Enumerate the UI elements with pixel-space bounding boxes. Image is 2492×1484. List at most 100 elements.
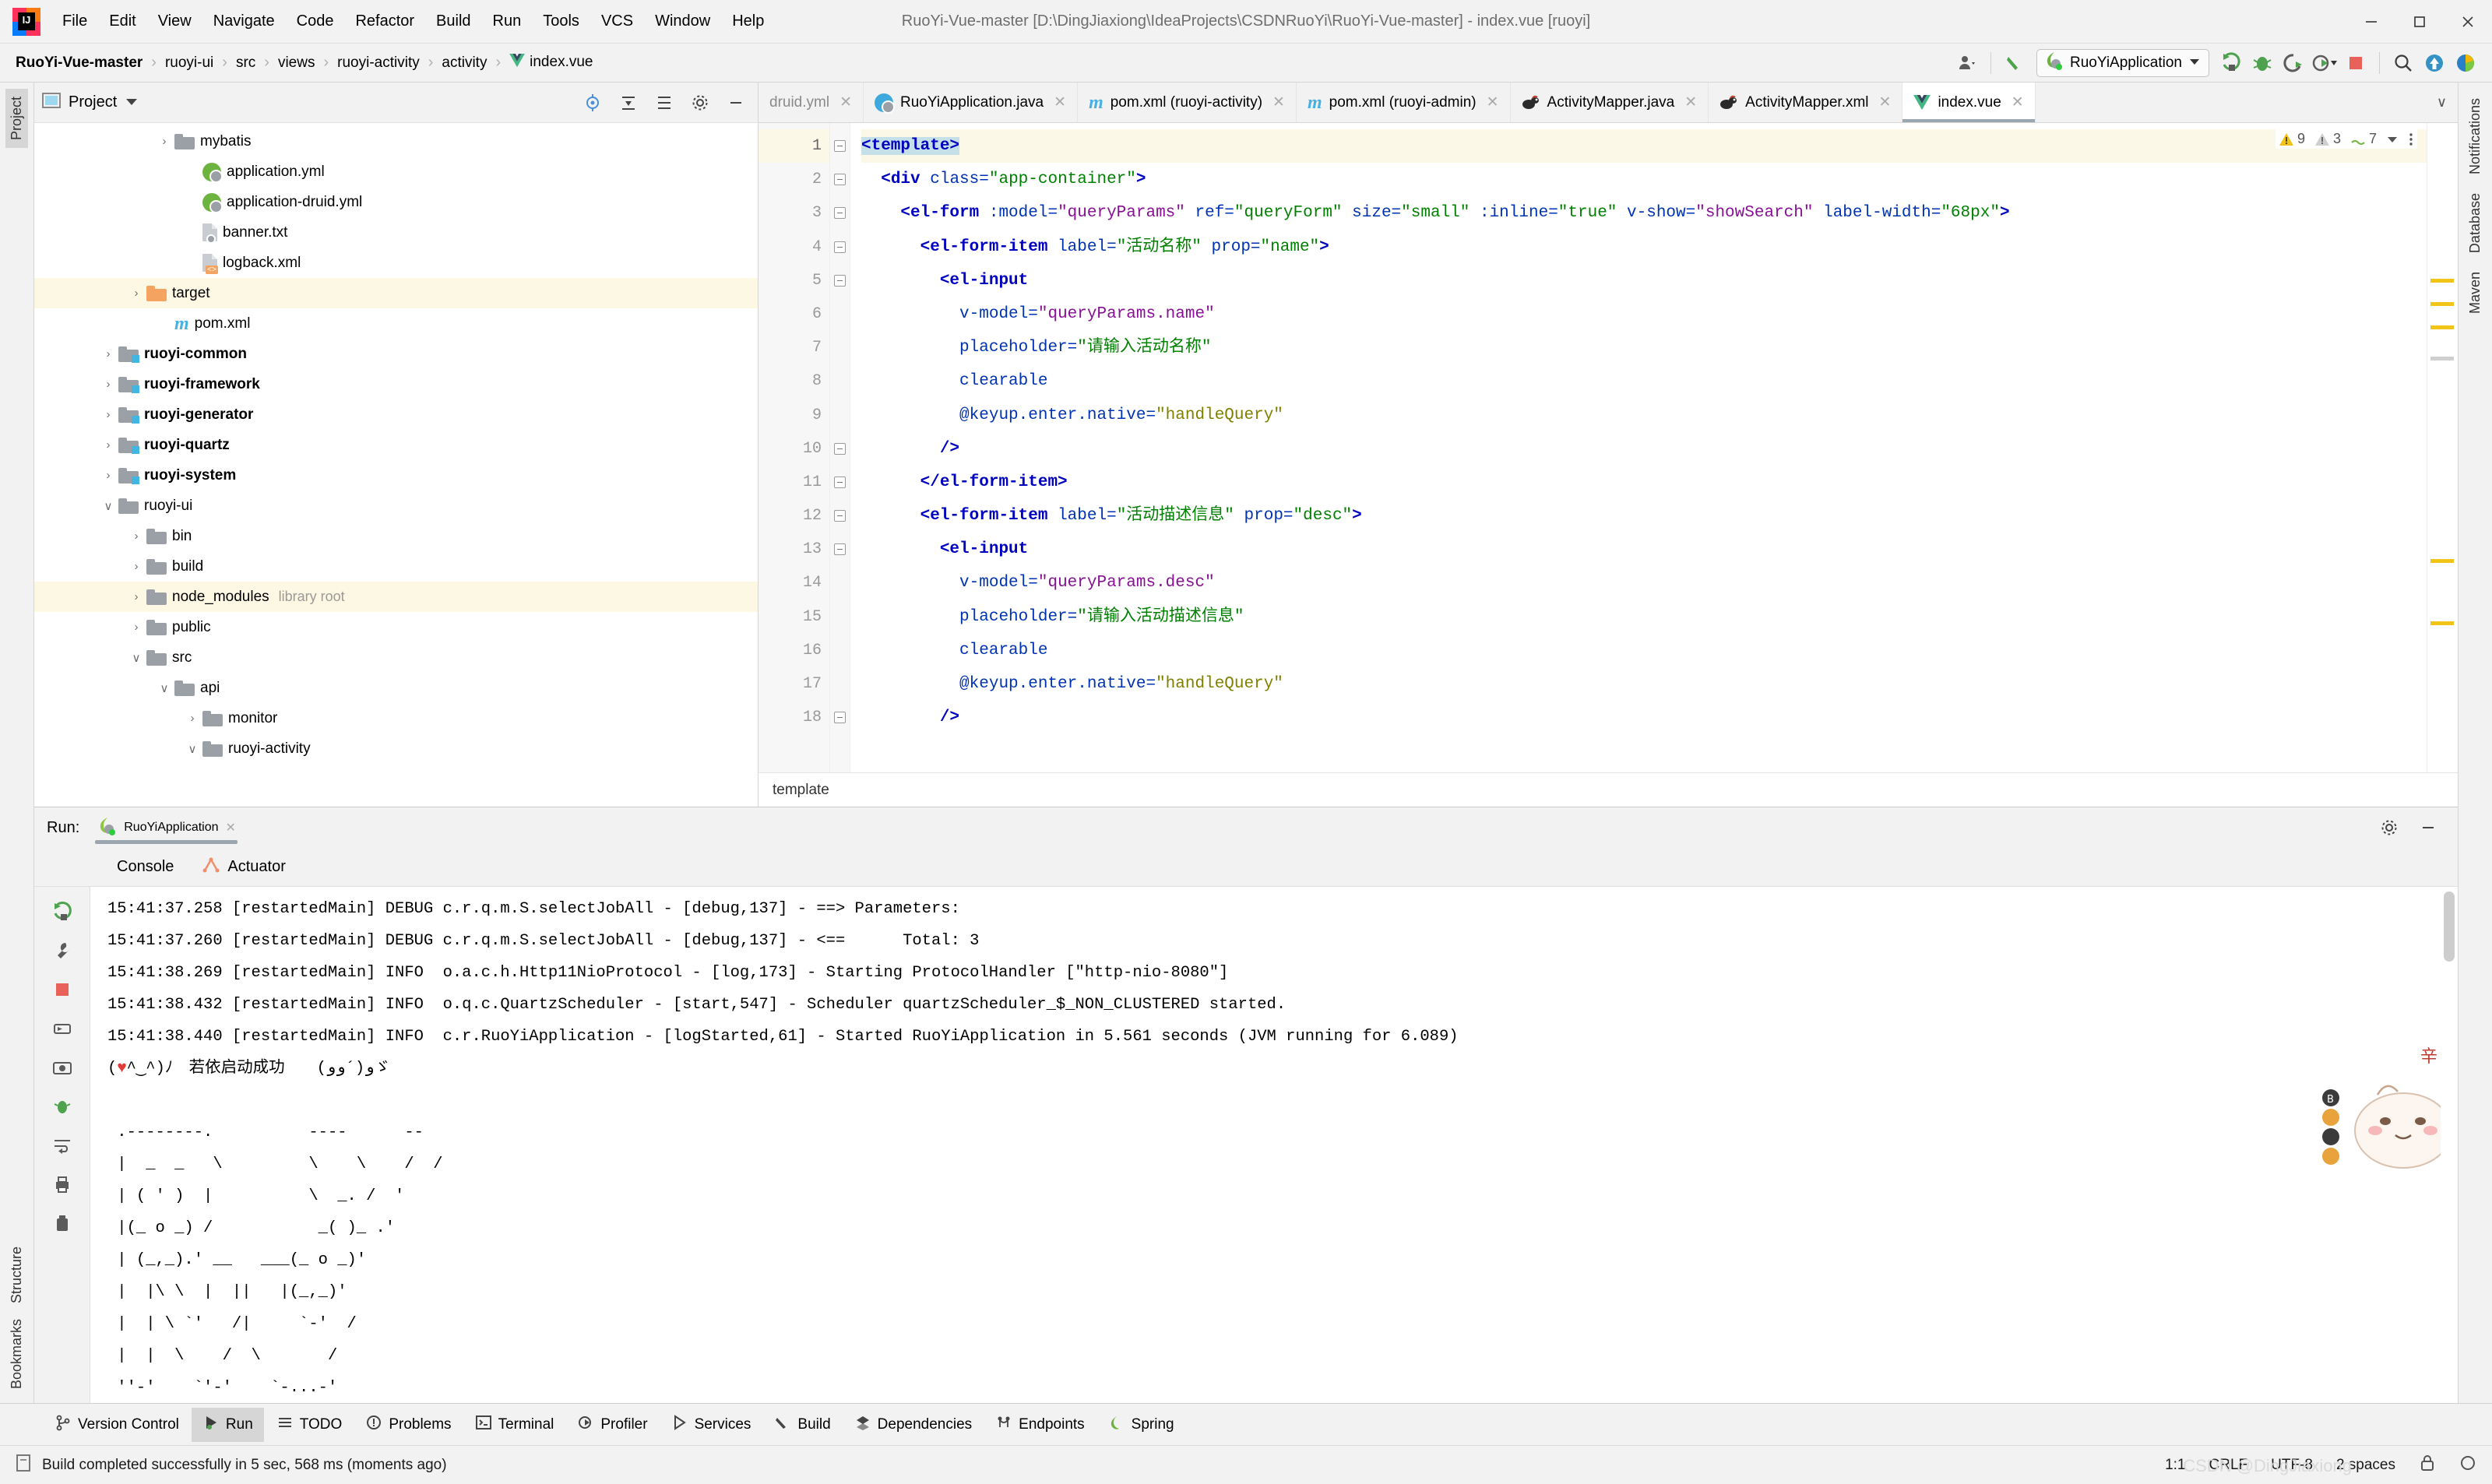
sidebar-item-structure[interactable]: Structure — [5, 1239, 28, 1311]
chevron-right-icon[interactable]: › — [126, 560, 146, 573]
editor-tab-pom-xml-ruoyi-admin-[interactable]: mpom.xml (ruoyi-admin)✕ — [1297, 83, 1511, 122]
tree-node-ruoyi-activity[interactable]: ∨ruoyi-activity — [34, 733, 758, 764]
code-editor[interactable]: 123456789101112131415161718 <template> <… — [759, 123, 2458, 772]
fold-marker-icon[interactable] — [830, 466, 850, 499]
gear-icon[interactable] — [2375, 814, 2403, 842]
console-output[interactable]: 15:41:37.258 [restartedMain] DEBUG c.r.q… — [90, 887, 2458, 1403]
tree-node-ruoyi-framework[interactable]: ›ruoyi-framework — [34, 369, 758, 399]
fold-marker-icon[interactable] — [830, 163, 850, 196]
menu-vcs[interactable]: VCS — [590, 8, 644, 35]
tree-node-src[interactable]: ∨src — [34, 642, 758, 673]
chevron-down-icon[interactable] — [2386, 135, 2399, 144]
tree-node-ruoyi-quartz[interactable]: ›ruoyi-quartz — [34, 430, 758, 460]
chevron-right-icon[interactable]: › — [98, 438, 118, 452]
bottom-tab-build[interactable]: Build — [763, 1408, 841, 1442]
chevron-down-icon[interactable]: ∨ — [126, 651, 146, 665]
sidebar-item-database[interactable]: Database — [2464, 184, 2487, 262]
close-icon[interactable]: ✕ — [2012, 93, 2024, 111]
tree-node-application-druid-yml[interactable]: ›application-druid.yml — [34, 187, 758, 217]
close-icon[interactable]: ✕ — [226, 820, 236, 835]
collapse-all-icon[interactable] — [614, 89, 642, 117]
tab-list-chevron-icon[interactable]: ∨ — [2426, 83, 2458, 122]
breadcrumb-project[interactable]: RuoYi-Vue-master — [14, 53, 144, 73]
fold-marker-icon[interactable] — [830, 129, 850, 163]
tree-node-pom-xml[interactable]: ›mpom.xml — [34, 308, 758, 339]
menu-run[interactable]: Run — [482, 8, 533, 35]
editor-marker-gutter[interactable] — [2427, 123, 2458, 772]
gear-icon[interactable] — [686, 89, 714, 117]
bottom-tab-terminal[interactable]: Terminal — [464, 1408, 565, 1442]
hide-panel-icon[interactable] — [722, 89, 750, 117]
soft-wrap-icon[interactable] — [48, 1131, 76, 1159]
menu-window[interactable]: Window — [644, 8, 721, 35]
ide-assistant-icon[interactable] — [2452, 49, 2480, 77]
chevron-right-icon[interactable]: › — [126, 287, 146, 300]
sidebar-item-maven[interactable]: Maven — [2464, 262, 2487, 323]
menu-file[interactable]: File — [51, 8, 98, 35]
line-separator[interactable]: CRLF — [2209, 1457, 2248, 1474]
tree-node-ruoyi-system[interactable]: ›ruoyi-system — [34, 460, 758, 491]
run-config-tab[interactable]: RuoYiApplication ✕ — [89, 807, 244, 848]
chevron-down-icon[interactable]: ∨ — [154, 681, 174, 695]
tree-node-public[interactable]: ›public — [34, 612, 758, 642]
close-button[interactable] — [2444, 0, 2492, 44]
breadcrumb-ruoyi-ui[interactable]: ruoyi-ui — [164, 53, 215, 73]
fold-marker-icon[interactable] — [830, 533, 850, 566]
stop-icon[interactable] — [2342, 49, 2370, 77]
breadcrumb-index-vue[interactable]: index.vue — [508, 52, 594, 74]
menu-navigate[interactable]: Navigate — [202, 8, 286, 35]
event-log-icon[interactable] — [2459, 1454, 2476, 1477]
close-icon[interactable]: ✕ — [1879, 93, 1892, 111]
bottom-tab-todo[interactable]: TODO — [266, 1408, 354, 1442]
chevron-right-icon[interactable]: › — [98, 347, 118, 360]
menu-tools[interactable]: Tools — [532, 8, 590, 35]
camera-icon[interactable] — [48, 1053, 76, 1081]
chevron-right-icon[interactable]: › — [126, 529, 146, 543]
run-with-coverage-icon[interactable] — [2279, 49, 2307, 77]
search-everywhere-icon[interactable] — [2389, 49, 2417, 77]
user-dropdown-icon[interactable] — [1953, 49, 1981, 77]
menu-view[interactable]: View — [147, 8, 202, 35]
profile-icon[interactable] — [2311, 49, 2339, 77]
tree-node-node-modules[interactable]: ›node_moduleslibrary root — [34, 582, 758, 612]
tab-actuator[interactable]: Actuator — [197, 853, 290, 881]
editor-breadcrumb-bottom[interactable]: template — [759, 772, 2458, 807]
bottom-tab-run[interactable]: Run — [192, 1408, 264, 1442]
chevron-right-icon[interactable]: › — [126, 590, 146, 603]
updates-icon[interactable] — [2420, 49, 2448, 77]
tree-node-banner-txt[interactable]: ›banner.txt — [34, 217, 758, 248]
menu-refactor[interactable]: Refactor — [344, 8, 425, 35]
close-icon[interactable]: ✕ — [1272, 93, 1285, 111]
chevron-down-icon[interactable]: ∨ — [98, 499, 118, 513]
debug-icon[interactable] — [2248, 49, 2276, 77]
breadcrumb-ruoyi-activity[interactable]: ruoyi-activity — [336, 53, 421, 73]
bottom-tab-profiler[interactable]: Profiler — [566, 1408, 658, 1442]
breadcrumb-views[interactable]: views — [276, 53, 317, 73]
tab-console[interactable]: Console — [112, 855, 178, 879]
sidebar-item-project[interactable]: Project — [5, 89, 28, 148]
bottom-tab-services[interactable]: Services — [660, 1408, 762, 1442]
tree-node-ruoyi-generator[interactable]: ›ruoyi-generator — [34, 399, 758, 430]
close-icon[interactable]: ✕ — [1487, 93, 1499, 111]
chevron-down-icon[interactable]: ∨ — [182, 742, 202, 756]
close-icon[interactable]: ✕ — [839, 93, 852, 111]
bottom-tab-dependencies[interactable]: Dependencies — [843, 1408, 983, 1442]
hide-panel-icon[interactable] — [2414, 814, 2442, 842]
expand-icon[interactable] — [650, 89, 678, 117]
editor-tab-index-vue[interactable]: index.vue✕ — [1902, 83, 2035, 122]
fold-marker-icon[interactable] — [830, 230, 850, 264]
editor-tab-druid-yml[interactable]: druid.yml✕ — [759, 83, 864, 122]
chevron-right-icon[interactable]: › — [182, 712, 202, 725]
sidebar-item-bookmarks[interactable]: Bookmarks — [5, 1311, 28, 1397]
locate-icon[interactable] — [579, 89, 607, 117]
chevron-down-icon[interactable] — [125, 96, 139, 110]
menu-build[interactable]: Build — [425, 8, 481, 35]
editor-tab-pom-xml-ruoyi-activity-[interactable]: mpom.xml (ruoyi-activity)✕ — [1078, 83, 1297, 122]
fold-marker-icon[interactable] — [830, 701, 850, 734]
editor-tab-ruoyiapplication-java[interactable]: RuoYiApplication.java✕ — [864, 83, 1078, 122]
editor-tab-activitymapper-xml[interactable]: ActivityMapper.xml✕ — [1709, 83, 1902, 122]
menu-edit[interactable]: Edit — [98, 8, 146, 35]
bottom-tab-endpoints[interactable]: Endpoints — [984, 1408, 1096, 1442]
tree-node-ruoyi-ui[interactable]: ∨ruoyi-ui — [34, 491, 758, 521]
wrench-icon[interactable] — [48, 937, 76, 965]
